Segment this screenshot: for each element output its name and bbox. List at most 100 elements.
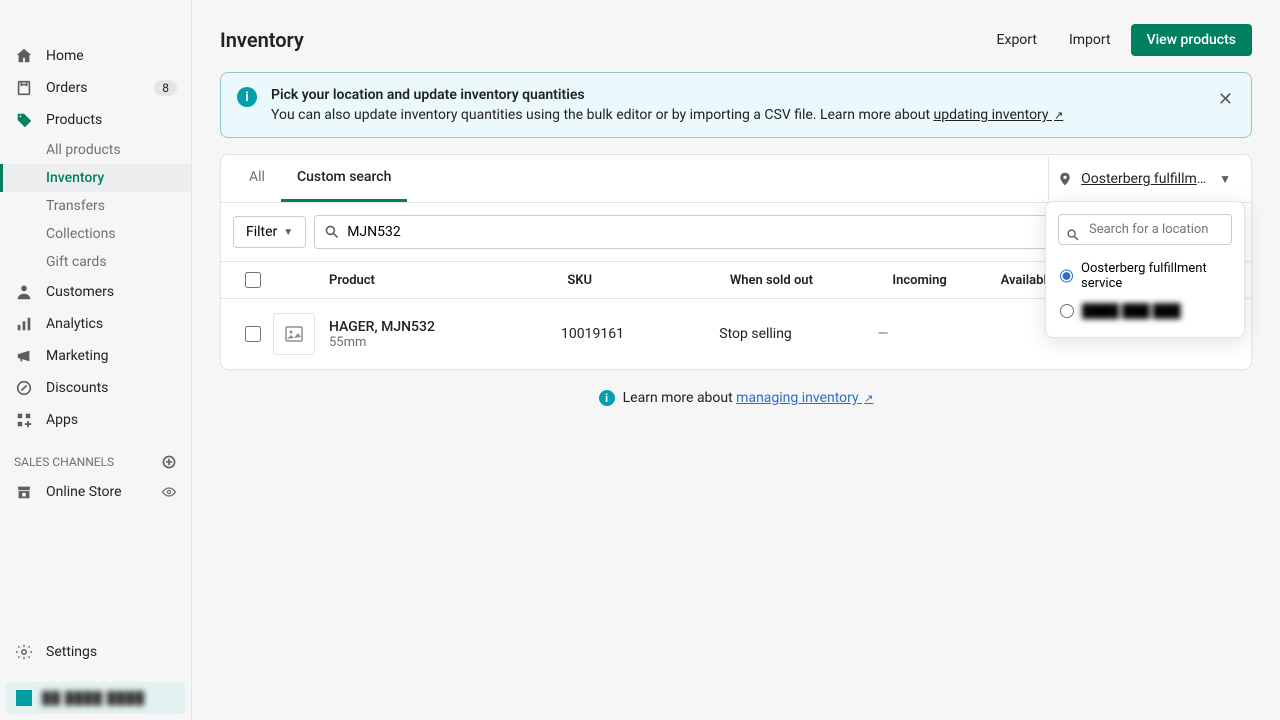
location-radio[interactable] <box>1060 269 1073 283</box>
gear-icon <box>14 642 34 662</box>
orders-badge: 8 <box>154 80 177 96</box>
nav-label: Analytics <box>46 316 103 332</box>
nav-label: Customers <box>46 284 114 300</box>
search-wrap <box>314 215 1125 249</box>
close-icon[interactable]: ✕ <box>1216 87 1235 112</box>
tag-icon <box>14 110 34 130</box>
nav-customers[interactable]: Customers <box>0 276 191 308</box>
footer-help: i Learn more about managing inventory ↗ <box>220 370 1252 426</box>
filter-button[interactable]: Filter ▼ <box>233 216 306 248</box>
nav-label: Settings <box>46 644 97 660</box>
tabs-row: All Custom search Oosterberg fulfillment… <box>221 155 1251 203</box>
footer-link[interactable]: managing inventory ↗ <box>736 390 873 406</box>
col-sold-out[interactable]: When sold out <box>730 273 893 288</box>
store-name: ██ ████ ████ <box>42 691 145 705</box>
nav-products-sub: All products Inventory Transfers Collect… <box>0 136 191 276</box>
discount-icon <box>14 378 34 398</box>
image-placeholder-icon <box>273 313 315 355</box>
search-icon <box>1066 228 1080 242</box>
page-title: Inventory <box>220 28 304 52</box>
nav-label: Discounts <box>46 380 108 396</box>
row-checkbox[interactable] <box>245 326 261 342</box>
banner-body: Pick your location and update inventory … <box>271 87 1216 123</box>
megaphone-icon <box>14 346 34 366</box>
export-button[interactable]: Export <box>985 24 1049 56</box>
location-search-input[interactable] <box>1058 214 1232 245</box>
orders-icon <box>14 78 34 98</box>
incoming-cell: — <box>877 326 982 342</box>
nav-products[interactable]: Products <box>0 104 191 136</box>
sold-out-cell: Stop selling <box>719 326 877 342</box>
subnav-all-products[interactable]: All products <box>0 136 191 164</box>
search-icon <box>324 224 340 240</box>
info-icon: i <box>237 87 257 107</box>
banner-text: You can also update inventory quantities… <box>271 107 1216 123</box>
location-option-1[interactable]: Oosterberg fulfillment service <box>1058 255 1232 297</box>
location-popover: Oosterberg fulfillment service ████ ███ … <box>1045 201 1245 338</box>
select-all-checkbox[interactable] <box>245 272 261 288</box>
apps-icon <box>14 410 34 430</box>
product-name: HAGER, MJN532 <box>329 319 561 335</box>
nav-primary: Home Orders 8 Products All products Inve… <box>0 32 191 444</box>
search-input[interactable] <box>314 215 1125 249</box>
nav-settings[interactable]: Settings <box>0 636 191 668</box>
inventory-card: All Custom search Oosterberg fulfillment… <box>220 154 1252 370</box>
nav-label: Online Store <box>46 484 122 500</box>
location-text: Oosterberg fulfillment … <box>1081 171 1211 187</box>
sidebar-bottom: Settings ██ ████ ████ <box>0 628 191 720</box>
analytics-icon <box>14 314 34 334</box>
location-selector[interactable]: Oosterberg fulfillment … ▼ <box>1048 157 1239 201</box>
external-icon: ↗ <box>864 392 873 405</box>
product-cell: HAGER, MJN532 55mm <box>329 319 561 350</box>
store-badge[interactable]: ██ ████ ████ <box>6 682 185 714</box>
nav-label: Marketing <box>46 348 109 364</box>
info-banner: i Pick your location and update inventor… <box>220 72 1252 138</box>
nav-channels: Online Store <box>0 476 191 516</box>
store-icon <box>14 482 34 502</box>
subnav-collections[interactable]: Collections <box>0 220 191 248</box>
nav-marketing[interactable]: Marketing <box>0 340 191 372</box>
chevron-down-icon: ▼ <box>283 227 293 238</box>
nav-label: Apps <box>46 412 78 428</box>
col-incoming[interactable]: Incoming <box>892 273 1000 288</box>
eye-icon[interactable] <box>161 484 177 500</box>
product-variant: 55mm <box>329 335 561 350</box>
person-icon <box>14 282 34 302</box>
chevron-down-icon: ▼ <box>1219 172 1231 186</box>
select-all-wrap <box>233 272 273 288</box>
tab-custom-search[interactable]: Custom search <box>281 155 407 202</box>
main-content: Inventory Export Import View products i … <box>192 0 1280 720</box>
pin-icon <box>1057 171 1073 187</box>
nav-discounts[interactable]: Discounts <box>0 372 191 404</box>
col-sku[interactable]: SKU <box>567 273 730 288</box>
info-icon: i <box>599 390 615 406</box>
banner-link[interactable]: updating inventory ↗ <box>934 107 1064 123</box>
location-option-2[interactable]: ████ ███ ███ <box>1058 297 1232 325</box>
nav-label: Home <box>46 48 84 64</box>
header-actions: Export Import View products <box>985 24 1252 56</box>
nav-orders[interactable]: Orders 8 <box>0 72 191 104</box>
sidebar: Home Orders 8 Products All products Inve… <box>0 0 192 720</box>
subnav-gift-cards[interactable]: Gift cards <box>0 248 191 276</box>
external-icon: ↗ <box>1054 109 1063 122</box>
nav-apps[interactable]: Apps <box>0 404 191 436</box>
tab-all[interactable]: All <box>233 155 281 202</box>
view-products-button[interactable]: View products <box>1131 24 1252 56</box>
nav-online-store[interactable]: Online Store <box>0 476 191 508</box>
sales-channels-header: SALES CHANNELS <box>0 444 191 476</box>
store-logo <box>16 690 32 706</box>
add-channel-icon[interactable] <box>161 454 177 470</box>
banner-title: Pick your location and update inventory … <box>271 87 1216 103</box>
home-icon <box>14 46 34 66</box>
col-product[interactable]: Product <box>329 273 567 288</box>
location-search-wrap <box>1058 214 1232 255</box>
nav-home[interactable]: Home <box>0 40 191 72</box>
nav-analytics[interactable]: Analytics <box>0 308 191 340</box>
sku-cell: 10019161 <box>561 326 719 342</box>
subnav-transfers[interactable]: Transfers <box>0 192 191 220</box>
nav-label: Orders <box>46 80 88 96</box>
location-radio[interactable] <box>1060 304 1074 318</box>
page-header: Inventory Export Import View products <box>220 24 1252 56</box>
import-button[interactable]: Import <box>1057 24 1123 56</box>
subnav-inventory[interactable]: Inventory <box>0 164 191 192</box>
